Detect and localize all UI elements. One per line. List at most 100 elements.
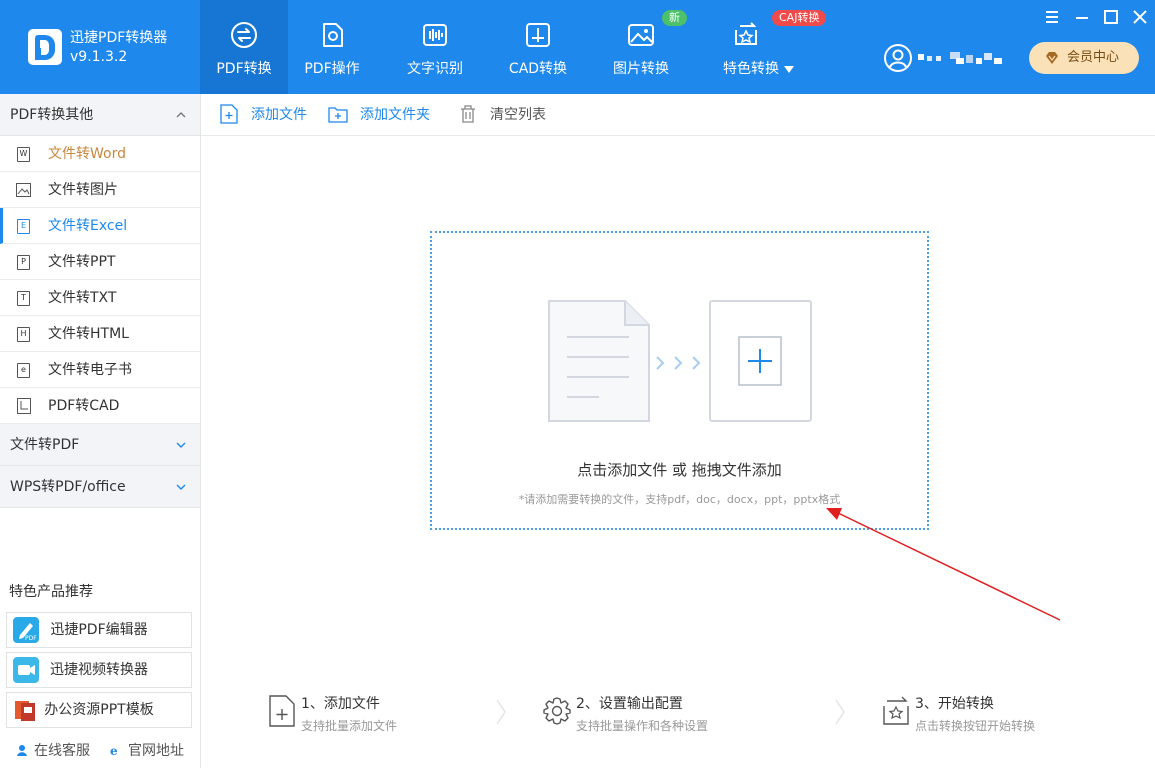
convert-icon: [231, 22, 257, 48]
add-folder-button[interactable]: 添加文件夹: [328, 94, 430, 136]
svg-text:PDF: PDF: [25, 635, 37, 642]
app-logo-icon: [28, 29, 62, 65]
tab-pdf-convert[interactable]: PDF转换: [200, 0, 288, 94]
sidebar-item-to-excel[interactable]: E 文件转Excel: [0, 208, 200, 244]
sidebar: PDF转换其他 W 文件转Word 文件转图片 E 文件转Excel P 文件转…: [0, 94, 201, 768]
recommend-label: 迅捷PDF编辑器: [50, 622, 148, 638]
ppt-template-app-icon: [15, 701, 35, 721]
sidebar-item-label: PDF转CAD: [48, 398, 120, 414]
sidebar-item-to-ebook[interactable]: e 文件转电子书: [0, 352, 200, 388]
tab-label: 图片转换: [613, 61, 669, 77]
step-subtitle: 支持批量添加文件: [301, 719, 398, 733]
sidebar-item-pdf-to-cad[interactable]: PDF转CAD: [0, 388, 200, 424]
vip-center-button[interactable]: 会员中心: [1029, 42, 1139, 74]
add-file-button[interactable]: 添加文件: [219, 94, 307, 136]
sidebar-section-pdf-to-other[interactable]: PDF转换其他: [0, 94, 200, 136]
online-service-link[interactable]: 在线客服: [16, 740, 90, 760]
sidebar-item-to-word[interactable]: W 文件转Word: [0, 136, 200, 172]
svg-text:e: e: [110, 744, 118, 756]
step-subtitle: 支持批量操作和各种设置: [576, 719, 709, 733]
word-doc-icon: W: [17, 147, 30, 162]
chevron-down-icon: [176, 442, 186, 448]
sidebar-item-label: 文件转TXT: [48, 290, 117, 306]
sidebar-item-to-txt[interactable]: T 文件转TXT: [0, 280, 200, 316]
sidebar-section-file-to-pdf[interactable]: 文件转PDF: [0, 424, 200, 466]
ocr-icon: [423, 24, 447, 46]
tab-label: CAD转换: [508, 61, 568, 77]
image-doc-icon: [16, 183, 31, 197]
recommend-video-converter[interactable]: 迅捷视频转换器: [6, 652, 192, 688]
diamond-icon: [1046, 52, 1058, 64]
tab-ocr[interactable]: 文字识别: [391, 0, 479, 94]
section-title: 文件转PDF: [10, 437, 80, 453]
recommend-title: 特色产品推荐: [9, 584, 93, 600]
add-folder-label: 添加文件夹: [360, 107, 430, 123]
video-converter-app-icon: [13, 657, 39, 683]
toolbar: 添加文件 添加文件夹 清空列表: [201, 94, 1155, 136]
top-bar: 迅捷PDF转换器 v9.1.3.2 PDF转换 PDF操作 文字识别 CAD转换: [0, 0, 1155, 94]
new-badge: 新: [662, 10, 687, 26]
sidebar-item-label: 文件转电子书: [48, 362, 132, 378]
sidebar-item-label: 文件转Excel: [48, 218, 128, 234]
sidebar-item-to-html[interactable]: H 文件转HTML: [0, 316, 200, 352]
tab-label: 文字识别: [407, 61, 463, 77]
html-doc-icon: H: [17, 327, 30, 342]
official-site-link[interactable]: e 官网地址: [110, 740, 184, 760]
ebook-doc-icon: e: [17, 363, 30, 378]
chevron-right-icon: [496, 699, 506, 725]
chevron-right-icon: [835, 699, 845, 725]
menu-icon[interactable]: [1043, 8, 1061, 26]
vip-center-label: 会员中心: [1067, 50, 1120, 65]
clear-list-button[interactable]: 清空列表: [458, 94, 546, 136]
recommend-ppt-template[interactable]: 办公资源PPT模板: [6, 692, 192, 728]
sidebar-item-to-ppt[interactable]: P 文件转PPT: [0, 244, 200, 280]
chevron-up-icon: [176, 112, 186, 118]
file-drop-zone[interactable]: 点击添加文件 或 拖拽文件添加 *请添加需要转换的文件，支持pdf，doc，do…: [430, 231, 929, 530]
chevron-down-icon: [176, 484, 186, 490]
add-file-step-icon: [269, 695, 295, 727]
recommend-label: 办公资源PPT模板: [44, 702, 154, 718]
username-mosaic: [918, 52, 1002, 64]
tab-label: PDF转换: [216, 61, 272, 77]
minimize-icon[interactable]: [1073, 8, 1091, 26]
clear-list-label: 清空列表: [490, 107, 546, 123]
online-service-label: 在线客服: [34, 743, 90, 759]
add-file-icon: [220, 104, 238, 124]
ie-browser-icon: e: [110, 744, 118, 756]
txt-doc-icon: T: [17, 291, 30, 306]
official-site-label: 官网地址: [128, 743, 184, 759]
step-subtitle: 点击转换按钮开始转换: [915, 719, 1036, 733]
step-title: 2、设置输出配置: [576, 696, 683, 712]
add-file-label: 添加文件: [251, 107, 307, 123]
drop-zone-title: 点击添加文件 或 拖拽文件添加: [577, 461, 782, 479]
gear-icon: [323, 23, 343, 47]
recommend-label: 迅捷视频转换器: [50, 662, 148, 678]
cad-icon: [526, 23, 550, 47]
add-file-illustration: [548, 300, 812, 422]
user-avatar-icon[interactable]: [883, 43, 913, 73]
pdf-editor-app-icon: PDF: [13, 617, 39, 643]
tab-pdf-operations[interactable]: PDF操作: [288, 0, 376, 94]
maximize-icon[interactable]: [1102, 8, 1120, 26]
step-title: 3、开始转换: [915, 696, 994, 712]
cad-doc-icon: [17, 398, 31, 414]
step-title: 1、添加文件: [301, 696, 380, 712]
recommend-pdf-editor[interactable]: PDF 迅捷PDF编辑器: [6, 612, 192, 648]
star-icon: [735, 22, 757, 45]
close-icon[interactable]: [1131, 8, 1149, 26]
section-title: WPS转PDF/office: [10, 479, 126, 495]
sidebar-item-label: 文件转HTML: [48, 326, 129, 342]
annotation-arrow: [826, 508, 1061, 621]
app-version: v9.1.3.2: [70, 49, 128, 65]
caj-badge: CAJ转换: [772, 10, 827, 26]
tab-label: PDF操作: [304, 61, 360, 77]
start-convert-icon: [883, 696, 909, 725]
tab-cad-convert[interactable]: CAD转换: [494, 0, 582, 94]
sidebar-section-wps[interactable]: WPS转PDF/office: [0, 466, 200, 508]
settings-gear-icon: [543, 697, 571, 725]
caret-down-icon: [784, 66, 794, 73]
service-icon: [17, 745, 27, 756]
sidebar-item-label: 文件转Word: [48, 146, 126, 162]
ppt-doc-icon: P: [17, 255, 30, 270]
sidebar-item-to-image[interactable]: 文件转图片: [0, 172, 200, 208]
